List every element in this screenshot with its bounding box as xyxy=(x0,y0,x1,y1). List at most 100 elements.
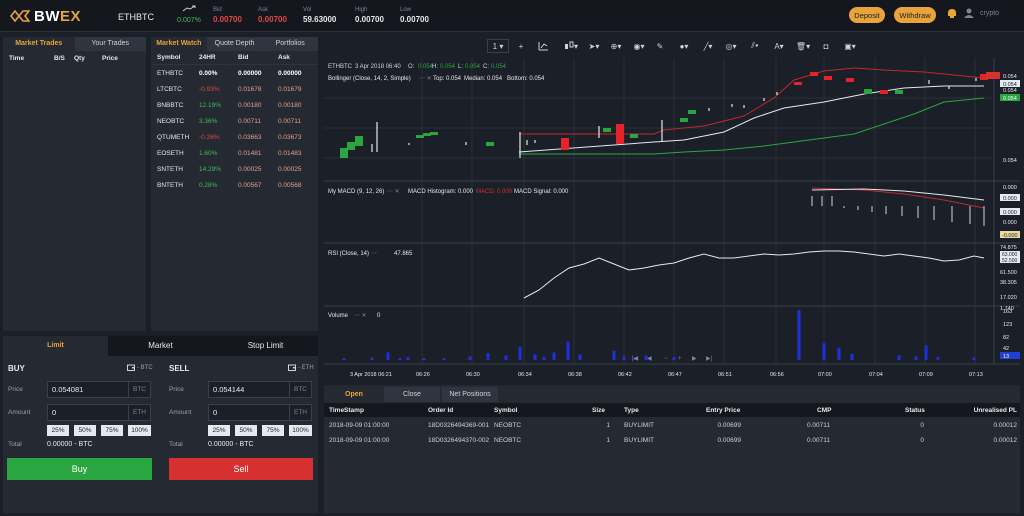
order-cell: 0.00699 xyxy=(717,437,742,444)
price-tick: 0.054 xyxy=(1003,96,1017,102)
volume-bar xyxy=(552,352,556,360)
time-tick: 06:30 xyxy=(466,372,480,378)
hide-icon[interactable]: ◉▾ xyxy=(628,39,650,53)
tab-portfolios[interactable]: Portfolios xyxy=(262,37,319,51)
time-tick: 06:26 xyxy=(416,372,430,378)
layout-icon[interactable]: ▣▾ xyxy=(838,39,862,53)
rsi-value: 47.865 xyxy=(394,251,413,257)
notification-icon[interactable] xyxy=(946,8,958,18)
crosshair-icon[interactable]: + xyxy=(512,39,530,53)
candle-type-icon[interactable]: ▾ xyxy=(560,39,582,53)
col-cmp: CMP xyxy=(817,406,832,414)
cell-ask: 0.00000 xyxy=(278,69,302,77)
tab-market[interactable]: Market xyxy=(108,336,213,356)
market-watch-row[interactable]: SNTETH 14.29% 0.00025 0.00025 xyxy=(151,161,318,177)
buy-pct-25[interactable]: 25% xyxy=(47,425,69,436)
col-symbol: Symbol xyxy=(494,406,518,414)
candle xyxy=(416,135,424,138)
sell-button[interactable]: Sell xyxy=(169,458,313,480)
bollinger-median xyxy=(518,85,984,153)
sell-title: SELL xyxy=(169,364,190,373)
legend-symbol: ETHBTC xyxy=(328,64,353,70)
market-watch-row[interactable]: EOSETH 1.60% 0.01481 0.01483 xyxy=(151,145,318,161)
tab-limit[interactable]: Limit xyxy=(3,336,108,356)
market-watch-row[interactable]: NEOBTC 3.36% 0.00711 0.00711 xyxy=(151,113,318,129)
24h-change: 0.007% xyxy=(174,5,204,24)
interval-select[interactable]: 1 ▾ xyxy=(487,39,509,53)
candle xyxy=(408,143,410,145)
tab-quote-depth[interactable]: Quote Depth xyxy=(206,37,263,51)
buy-pct-100[interactable]: 100% xyxy=(128,425,151,436)
tab-market-trades[interactable]: Market Trades xyxy=(3,37,75,51)
buy-pct-50[interactable]: 50% xyxy=(74,425,96,436)
order-row[interactable]: 2018-09-09 01:00:00 18D0326494369-001 NEOB… xyxy=(324,418,1020,433)
bollinger-label: Bollinger (Close, 14, 2, Simple) xyxy=(328,76,411,82)
candle xyxy=(486,142,494,146)
withdraw-button[interactable]: Withdraw xyxy=(894,7,936,23)
candle xyxy=(880,90,888,94)
sell-pct-75[interactable]: 75% xyxy=(262,425,284,436)
tab-close[interactable]: Close xyxy=(384,387,440,402)
macd-tick: 0.000 xyxy=(1003,220,1017,226)
text-tool-icon[interactable]: A▾ xyxy=(768,39,790,53)
buy-price-input[interactable]: 0.054081 BTC xyxy=(47,381,151,398)
market-watch-row[interactable]: ETHBTC 0.00% 0.00000 0.00000 xyxy=(151,65,318,81)
marker-icon[interactable]: ●▾ xyxy=(674,39,694,53)
volume-menu-icon: ⋯ ✕ xyxy=(354,313,367,319)
sell-price-input[interactable]: 0.054144 BTC xyxy=(208,381,312,398)
cell-symbol: EOSETH xyxy=(157,149,184,157)
user-menu[interactable]: crypto xyxy=(946,8,999,18)
zoom-icon[interactable]: ⊕▾ xyxy=(606,39,626,53)
nav-next-icon: ▶ xyxy=(692,356,697,362)
col-symbol: Symbol xyxy=(157,54,181,61)
order-cell: 2018-09-09 01:00:00 xyxy=(329,437,390,444)
current-pair[interactable]: ETHBTC xyxy=(118,12,154,22)
deposit-button[interactable]: Deposit xyxy=(849,7,885,23)
cell-change: 14.29% xyxy=(199,165,222,173)
rsi-tick: 74.875 xyxy=(1000,245,1017,251)
volume-bar xyxy=(566,341,570,360)
market-watch-row[interactable]: LTCBTC -0.93% 0.01678 0.01679 xyxy=(151,81,318,97)
col-type: Type xyxy=(624,406,639,414)
market-watch-row[interactable]: BNTETH 0.28% 0.00567 0.00568 xyxy=(151,177,318,193)
tab-stop-limit[interactable]: Stop Limit xyxy=(213,336,318,356)
brush-icon[interactable]: ✎ xyxy=(652,39,668,53)
volume-bar xyxy=(822,343,826,360)
nav-zoom-out-icon: − xyxy=(664,356,668,362)
tab-market-watch[interactable]: Market Watch xyxy=(151,37,207,51)
buy-button[interactable]: Buy xyxy=(7,458,152,480)
market-watch-row[interactable]: BNBBTC 12.19% 0.00180 0.00180 xyxy=(151,97,318,113)
camera-icon[interactable]: ◘ xyxy=(818,39,834,53)
delete-icon[interactable]: 🗑▾ xyxy=(792,39,814,53)
buy-amount-input[interactable]: 0 ETH xyxy=(47,404,151,421)
sell-pct-50[interactable]: 50% xyxy=(235,425,257,436)
rsi-label: RSI (Close, 14) xyxy=(328,251,369,257)
cursor-icon[interactable]: ➤▾ xyxy=(584,39,604,53)
chart-canvas[interactable]: ETHBTC 3 Apr 2018 06:40 O: 0.054 H: 0.05… xyxy=(324,58,1020,380)
sell-pct-100[interactable]: 100% xyxy=(289,425,312,436)
fib-icon[interactable]: ◎▾ xyxy=(721,39,741,53)
col-entry-price: Entry Price xyxy=(706,406,741,414)
price-tick: 0.054 xyxy=(1003,88,1017,94)
cell-symbol: BNBBTC xyxy=(157,101,184,109)
volume-bar xyxy=(370,357,374,360)
buy-pct-75[interactable]: 75% xyxy=(101,425,123,436)
logo[interactable]: BWEX xyxy=(10,7,81,25)
channel-icon[interactable]: ⫽▾ xyxy=(744,39,766,53)
tab-your-trades[interactable]: Your Trades xyxy=(74,37,146,51)
sell-amount-input[interactable]: 0 ETH xyxy=(208,404,312,421)
market-watch-row[interactable]: QTUMETH -0.26% 0.03663 0.03673 xyxy=(151,129,318,145)
study-icon[interactable] xyxy=(534,39,552,53)
cell-symbol: QTUMETH xyxy=(157,133,190,141)
order-row[interactable]: 2018-09-09 01:00:00 18D0326494370-002 NEOB… xyxy=(324,433,1020,448)
sell-pct-25[interactable]: 25% xyxy=(208,425,230,436)
cell-change: 12.19% xyxy=(199,101,222,109)
cell-symbol: BNTETH xyxy=(157,181,183,189)
tab-net-positions[interactable]: Net Positions xyxy=(442,387,498,402)
macd-label: My MACD (9, 12, 26) xyxy=(328,189,384,195)
candle xyxy=(519,132,521,158)
volume-bar xyxy=(972,357,976,360)
tab-open[interactable]: Open xyxy=(326,387,382,402)
candle xyxy=(430,132,438,135)
line-tool-icon[interactable]: ╱▾ xyxy=(697,39,719,53)
